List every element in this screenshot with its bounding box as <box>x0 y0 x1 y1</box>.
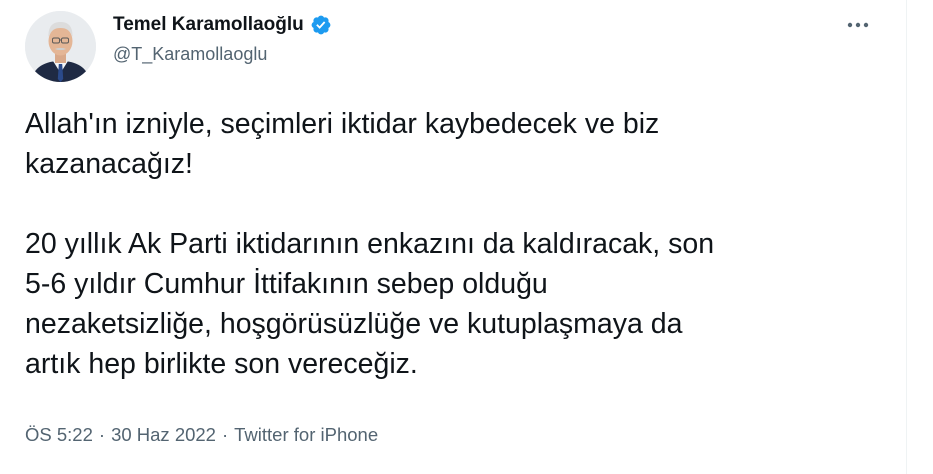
tweet-date[interactable]: 30 Haz 2022 <box>111 424 216 446</box>
tweet-card: Temel Karamollaoğlu @T_Karamollaoglu All… <box>0 0 933 474</box>
tweet-source-link[interactable]: Twitter for iPhone <box>234 424 378 446</box>
avatar-portrait-icon <box>25 11 96 82</box>
more-options-icon <box>847 22 869 28</box>
tweet-text-line: 20 yıllık Ak Parti iktidarının enkazını … <box>25 228 715 260</box>
author-handle[interactable]: @T_Karamollaoglu <box>113 44 267 65</box>
verified-badge-icon <box>310 14 332 36</box>
meta-separator: · <box>221 424 229 445</box>
tweet-text-line: nezaketsizliğe, hoşgörüsüzlüğe ve kutupl… <box>25 308 683 340</box>
tweet-meta: ÖS 5:22 · 30 Haz 2022 · Twitter for iPho… <box>25 424 378 446</box>
tweet-time[interactable]: ÖS 5:22 <box>25 424 93 446</box>
tweet-text-line: 5-6 yıldır Cumhur İttifakının sebep oldu… <box>25 268 548 300</box>
tweet-text: Allah'ın izniyle, seçimleri iktidar kayb… <box>25 104 885 384</box>
more-options-button[interactable] <box>838 10 878 40</box>
tweet-text-line: artık hep birlikte son vereceğiz. <box>25 348 418 380</box>
tweet-text-line: Allah'ın izniyle, seçimleri iktidar kayb… <box>25 108 660 140</box>
tweet-text-line: kazanacağız! <box>25 148 193 180</box>
meta-separator: · <box>98 424 106 445</box>
avatar[interactable] <box>25 11 96 82</box>
divider <box>906 0 907 474</box>
author-display-name[interactable]: Temel Karamollaoğlu <box>113 14 304 36</box>
author-name-row: Temel Karamollaoğlu <box>113 12 332 38</box>
